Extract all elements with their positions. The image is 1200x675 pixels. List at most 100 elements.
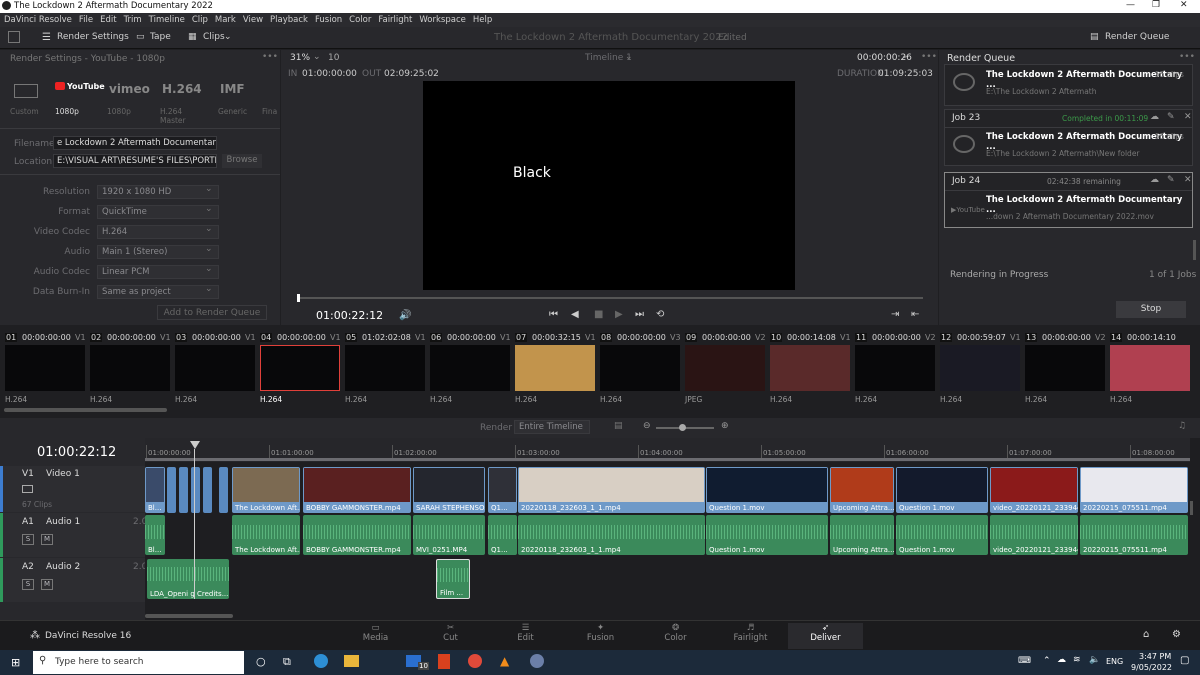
menu-item[interactable]: Edit [100,15,116,25]
out-timecode[interactable]: 02:09:25:02 [384,69,439,79]
edge-icon[interactable] [314,654,328,668]
timeline-audio-clip[interactable]: LDA_Openi g Credits... [147,559,229,599]
panel-toggle-icon[interactable] [8,31,20,43]
task-view-icon[interactable]: ⧉ [283,655,291,669]
menu-item[interactable]: File [79,15,93,25]
mark-out-icon[interactable]: ⇤ [911,309,919,320]
solo-button[interactable]: S [22,534,34,545]
cloud-icon[interactable]: ☁ [1057,655,1066,665]
chevron-down-icon[interactable]: ⌄ [205,264,213,274]
skip-end-icon[interactable]: ⏭ [635,309,644,320]
zoom-out-icon[interactable]: ⊖ [643,421,651,431]
timeline-video-clip[interactable]: video_20220121_233944... [990,467,1078,513]
office-icon[interactable] [438,654,450,669]
timeline-audio-clip[interactable]: 20220215_075511.mp4 [1080,515,1188,555]
clip-thumbnail[interactable] [685,345,765,391]
speaker-icon[interactable]: 🔈 [1089,655,1100,665]
timeline-video-clip[interactable]: Bl... [145,467,165,513]
chevron-down-icon[interactable]: ⌄ [224,32,232,42]
clip-thumbnail[interactable] [345,345,425,391]
tape-button[interactable]: Tape [150,32,171,42]
timeline-video-clip[interactable]: Question 1.mov [896,467,988,513]
menu-item[interactable]: Color [349,15,371,25]
language-indicator[interactable]: ENG [1106,657,1123,666]
video-preview[interactable]: Black [423,81,795,290]
render-job[interactable]: The Lockdown 2 Aftermath Documentary ...… [944,64,1193,106]
render-queue-icon[interactable]: ▤ [1090,32,1099,42]
timeline-audio-clip[interactable]: Upcoming Attra... [830,515,894,555]
davinci-taskbar-icon[interactable] [530,654,544,668]
track-header-v1[interactable]: V1 Video 1 67 Clips [0,466,145,512]
setting-select[interactable]: H.264 [97,225,219,239]
zoom-slider-handle[interactable] [679,424,686,431]
page-tab-fairlight[interactable]: ♬ Fairlight [713,623,788,649]
clip-cell[interactable]: 11 00:00:00:00 V2 H.264 [853,331,938,407]
clip-thumbnail[interactable] [515,345,595,391]
delete-icon[interactable]: ✕ [1184,175,1192,185]
render-range-select[interactable]: Entire Timeline [514,420,590,434]
timeline-audio-clip[interactable]: BOBBY GAMMONSTER.mp4 [303,515,411,555]
clip-cell[interactable]: 10 00:00:14:08 V1 H.264 [768,331,853,407]
clip-thumbnail[interactable] [940,345,1020,391]
reverse-icon[interactable]: ◀ [571,309,579,320]
chevron-down-icon[interactable]: ⌄ [205,204,213,214]
delete-icon[interactable]: ✕ [1184,112,1192,122]
clip-thumbnail[interactable] [1025,345,1105,391]
timeline-video-clip[interactable]: Question 1.mov [706,467,828,513]
timeline-scrollbar[interactable] [145,614,233,618]
menu-item[interactable]: Workspace [419,15,465,25]
skip-start-icon[interactable]: ⏮ [549,309,558,320]
timeline-audio-clip[interactable]: Question 1.mov [706,515,828,555]
page-tab-edit[interactable]: ☰ Edit [488,623,563,649]
close-icon[interactable]: ✕ [1180,0,1188,10]
vlc-icon[interactable]: ▲ [500,654,509,668]
preset-0[interactable]: Custom [10,78,58,122]
clip-thumbnail[interactable] [1110,345,1190,391]
minimize-icon[interactable]: — [1126,0,1135,10]
tray-chevron-icon[interactable]: ⌃ [1043,656,1051,666]
stop-button[interactable]: Stop [1116,301,1186,318]
edit-icon[interactable]: ✎ [1167,175,1175,185]
chevron-down-icon[interactable]: ⌄ [625,52,633,62]
edit-icon[interactable]: ✎ [1167,112,1175,122]
chrome-icon[interactable] [468,654,482,668]
location-input[interactable]: E:\VISUAL ART\RESUME'S FILES\PORTFOLIO [53,154,217,168]
render-job[interactable]: Job 23 Completed in 00:11:09 ☁ ✎ ✕ The Lockdo… [944,109,1193,166]
setting-select[interactable]: QuickTime [97,205,219,219]
more-options-icon[interactable]: ••• [262,52,278,62]
setting-select[interactable]: Linear PCM [97,265,219,279]
menu-item[interactable]: DaVinci Resolve [4,15,72,25]
clips-icon[interactable]: ▦ [188,32,197,42]
timeline-audio-clip[interactable]: Q1... [488,515,517,555]
settings-icon[interactable]: ⚙ [1172,629,1181,640]
mute-button[interactable]: M [41,579,53,590]
browse-button[interactable]: Browse [222,154,262,168]
menu-item[interactable]: Fusion [315,15,342,25]
add-to-render-queue-button[interactable]: Add to Render Queue [157,305,267,320]
page-tab-color[interactable]: ❂ Color [638,623,713,649]
chevron-down-icon[interactable]: ⌄ [205,284,213,294]
timeline-video-clip[interactable] [219,467,228,513]
setting-select[interactable]: 1920 x 1080 HD [97,185,219,199]
menu-item[interactable]: Clip [192,15,208,25]
clip-cell[interactable]: 12 00:00:59:07 V1 H.264 [938,331,1023,407]
timeline-video-clip[interactable] [167,467,176,513]
audio-meter-icon[interactable]: ♫ [1178,421,1186,431]
render-job[interactable]: Job 24 02:42:38 remaining ☁ ✎ ✕ ▶YouTube The L… [944,172,1193,228]
chevron-down-icon[interactable]: ⌄ [313,52,321,62]
clip-cell[interactable]: 08 00:00:00:00 V3 H.264 [598,331,683,407]
clip-cell[interactable]: 01 00:00:00:00 V1 H.264 [3,331,88,407]
clip-thumbnail[interactable] [770,345,850,391]
clip-cell[interactable]: 13 00:00:00:00 V2 H.264 [1023,331,1108,407]
timeline-audio-clip[interactable]: video_20220121_233944... [990,515,1078,555]
render-settings-icon[interactable]: ☰ [42,32,51,43]
page-tab-media[interactable]: ▭ Media [338,623,413,649]
cortana-icon[interactable]: ○ [256,655,266,668]
clip-cell[interactable]: 03 00:00:00:00 V1 H.264 [173,331,258,407]
chevron-down-icon[interactable]: ⌄ [901,51,909,61]
clip-cell[interactable]: 07 00:00:32:15 V1 H.264 [513,331,598,407]
menu-item[interactable]: Trim [124,15,142,25]
notifications-icon[interactable]: ▢ [1180,655,1189,666]
more-options-icon[interactable]: ••• [921,52,937,62]
menu-item[interactable]: Help [473,15,492,25]
